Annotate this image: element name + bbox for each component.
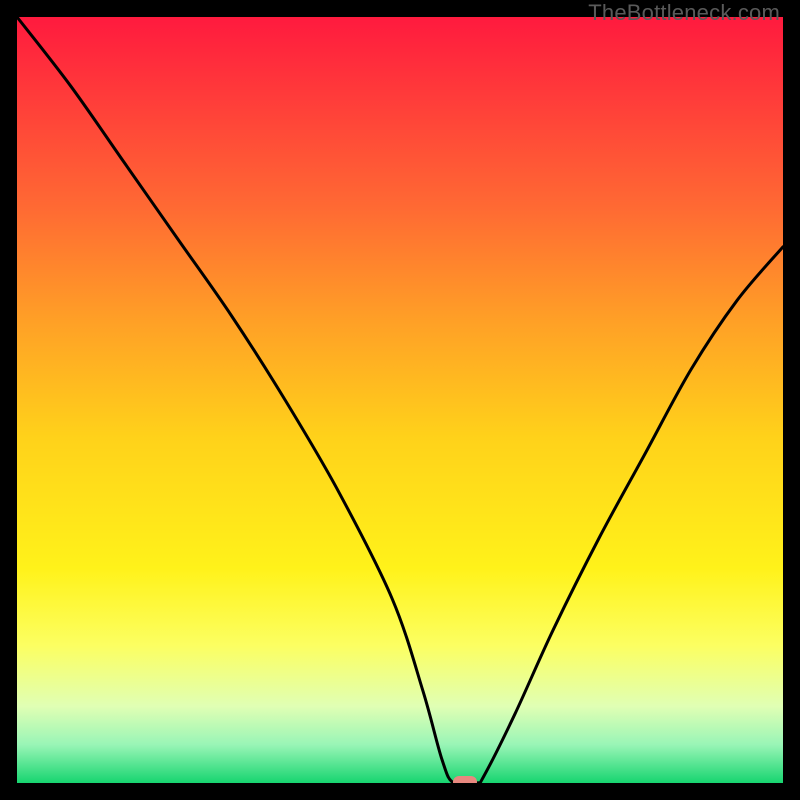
chart-frame: TheBottleneck.com (0, 0, 800, 800)
optimal-marker (453, 776, 477, 783)
watermark-text: TheBottleneck.com (588, 0, 780, 26)
plot-area (17, 17, 783, 783)
gradient-background (17, 17, 783, 783)
chart-svg (17, 17, 783, 783)
